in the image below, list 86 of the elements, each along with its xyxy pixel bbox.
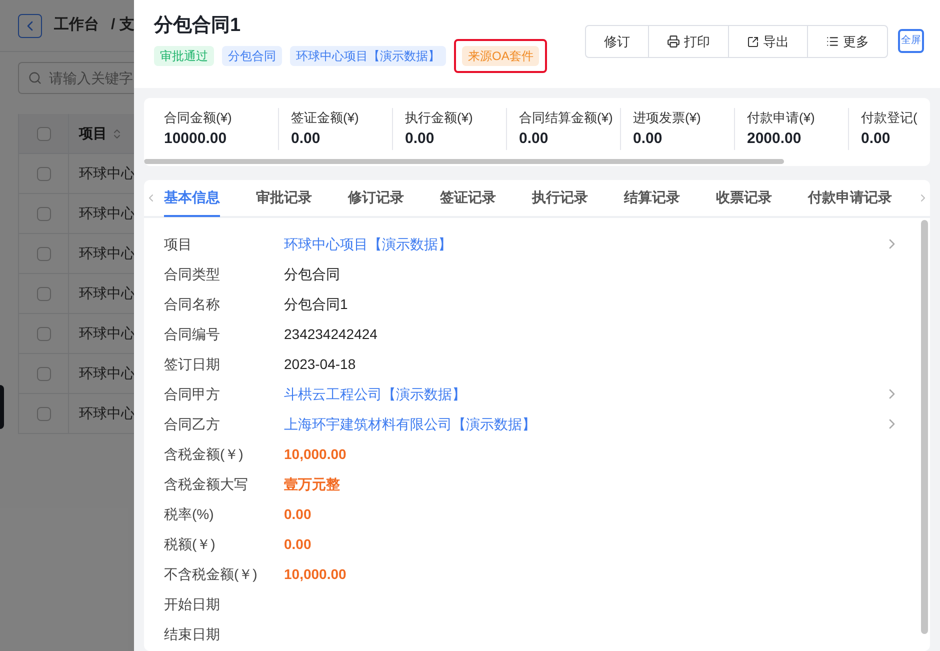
field-value[interactable]: 上海环宇建筑材料有限公司【演示数据】: [284, 414, 536, 434]
stat-label: 付款申请(¥): [747, 109, 816, 127]
field-value: 壹万元整: [284, 474, 340, 494]
tab[interactable]: 基本信息: [164, 180, 220, 217]
table-cell-text: 环球中心: [78, 364, 136, 383]
search-field[interactable]: 请输入关键字: [18, 62, 134, 94]
field-value: 10,000.00: [284, 564, 346, 584]
tag: 审批通过: [154, 46, 214, 66]
export-icon: [747, 36, 759, 48]
search-icon: [28, 71, 42, 85]
tab[interactable]: 签证记录: [440, 180, 496, 217]
checkbox[interactable]: [36, 406, 50, 420]
field-label: 不含税金额(￥): [164, 564, 258, 584]
field-label: 含税金额(￥): [164, 444, 244, 464]
table-cell-text: 环球中心: [78, 204, 136, 223]
toolbar-button[interactable]: 修订: [586, 26, 648, 57]
breadcrumb-item[interactable]: 工作台: [54, 14, 99, 37]
field-value: 分包合同1: [284, 294, 348, 314]
field-value[interactable]: 斗栱云工程公司【演示数据】: [284, 384, 466, 404]
field-label: 税额(￥): [164, 534, 216, 554]
tab[interactable]: 收票记录: [716, 180, 772, 217]
column-header[interactable]: 项目: [69, 114, 133, 153]
field-label: 合同类型: [164, 264, 221, 284]
toolbar-button[interactable]: 打印: [648, 26, 728, 57]
stat-label: 签证金额(¥): [291, 109, 360, 127]
field-value: 234234242424: [284, 324, 378, 344]
scrollbar[interactable]: [144, 159, 784, 164]
table-cell-text: 环球中心: [78, 284, 136, 303]
table-cell-text: 环球中心: [78, 404, 136, 423]
checkbox[interactable]: [36, 246, 50, 260]
field-value: 分包合同: [284, 264, 340, 284]
list-icon: [826, 35, 839, 48]
field-label: 项目: [164, 234, 193, 254]
stat-value: 0.00: [291, 129, 322, 149]
field-label: 合同甲方: [164, 384, 221, 404]
sort-icon: [111, 128, 123, 140]
stat-value: 0.00: [405, 129, 436, 149]
fullscreen-button[interactable]: 全屏: [898, 29, 924, 53]
stat-label: 执行金额(¥): [405, 109, 474, 127]
side-handle[interactable]: [0, 385, 4, 429]
stat-value: 2000.00: [747, 129, 802, 149]
field-label: 合同名称: [164, 294, 221, 314]
checkbox[interactable]: [36, 326, 50, 340]
field-label: 合同编号: [164, 324, 221, 344]
field-label: 含税金额大写: [164, 474, 249, 494]
checkbox[interactable]: [36, 126, 50, 140]
field-value: 0.00: [284, 504, 312, 524]
field-label: 开始日期: [164, 594, 221, 614]
field-value: 0.00: [284, 534, 312, 554]
tag: 来源OA套件: [462, 46, 540, 66]
table-cell-text: 环球中心: [78, 244, 136, 263]
printer-icon: [667, 35, 680, 48]
scrollbar[interactable]: [921, 220, 928, 634]
back-button[interactable]: [18, 14, 42, 38]
checkbox[interactable]: [36, 366, 50, 380]
field-value: 10,000.00: [284, 444, 346, 464]
toolbar-button[interactable]: 更多: [807, 26, 887, 57]
drawer-title: 分包合同1: [154, 14, 242, 38]
table-cell-text: 环球中心: [78, 324, 136, 343]
checkbox[interactable]: [36, 206, 50, 220]
field-value[interactable]: 环球中心项目【演示数据】: [284, 234, 452, 254]
stat-label: 合同金额(¥): [164, 109, 233, 127]
table-cell-text: 环球中心: [78, 164, 136, 183]
tab[interactable]: 执行记录: [532, 180, 588, 217]
stat-label: 进项发票(¥): [633, 109, 702, 127]
field-value: 2023-04-18: [284, 354, 356, 374]
field-label: 签订日期: [164, 354, 221, 374]
stat-value: 10000.00: [164, 129, 228, 149]
stat-label: 合同结算金额(¥): [519, 109, 614, 127]
checkbox[interactable]: [36, 166, 50, 180]
stat-value: 0.00: [519, 129, 550, 149]
tag: 分包合同: [222, 46, 282, 66]
tag: 环球中心项目【演示数据】: [290, 46, 446, 66]
tab[interactable]: 审批记录: [256, 180, 312, 217]
modal-overlay[interactable]: [0, 0, 134, 651]
tab[interactable]: 付款申请记录: [808, 180, 892, 217]
stat-value: 0.00: [633, 129, 664, 149]
tab[interactable]: 修订记录: [348, 180, 404, 217]
field-label: 合同乙方: [164, 414, 221, 434]
tab[interactable]: 结算记录: [624, 180, 680, 217]
field-label: 结束日期: [164, 624, 221, 644]
checkbox[interactable]: [36, 286, 50, 300]
field-label: 税率(%): [164, 504, 215, 524]
stat-label: 付款登记(: [861, 109, 918, 127]
stat-value: 0.00: [861, 129, 892, 149]
toolbar-button[interactable]: 导出: [728, 26, 807, 57]
